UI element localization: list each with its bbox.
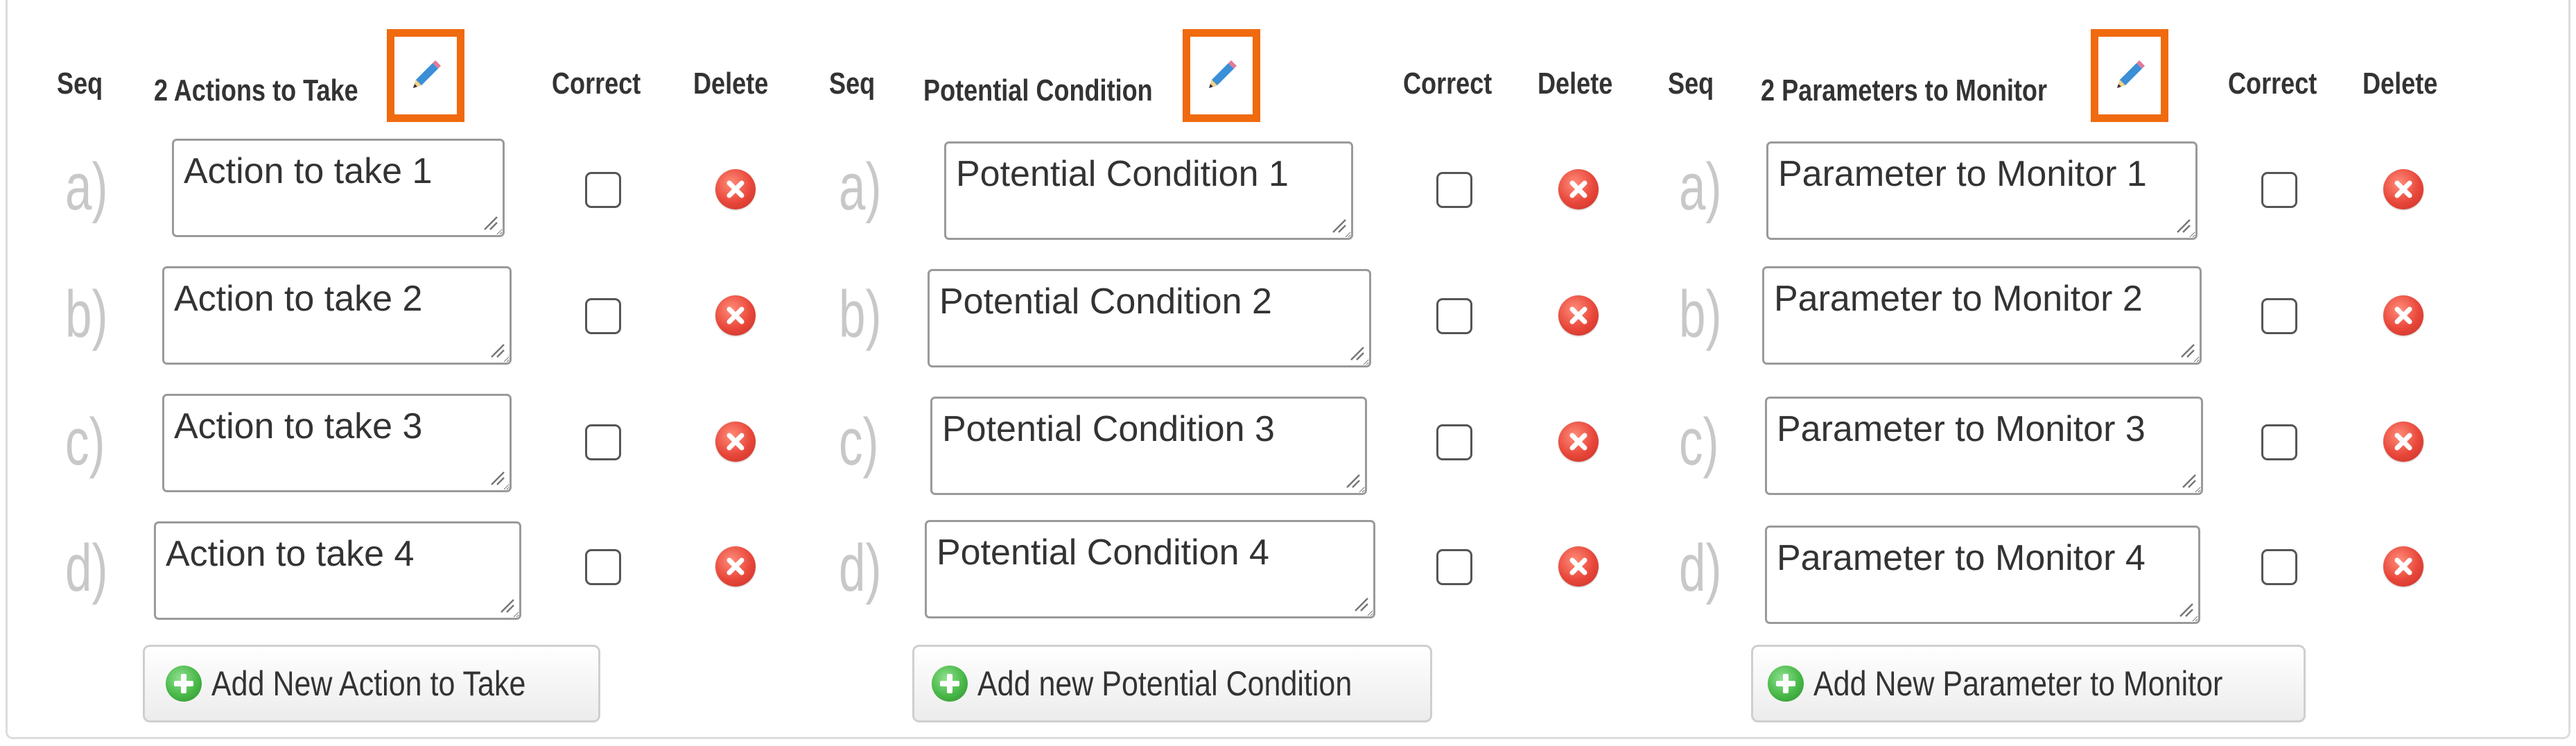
correct-checkbox[interactable]	[585, 424, 621, 460]
answer-field[interactable]: Parameter to Monitor 2	[1762, 266, 2202, 365]
correct-checkbox[interactable]	[585, 172, 621, 208]
delete-header: Delete	[1538, 67, 1613, 101]
resize-grip-icon[interactable]	[2180, 472, 2197, 489]
correct-checkbox[interactable]	[1436, 549, 1472, 585]
resize-grip-icon[interactable]	[489, 342, 505, 358]
add-action-button[interactable]: Add New Action to Take	[143, 645, 600, 722]
delete-button[interactable]	[2383, 169, 2423, 209]
answer-field[interactable]: Parameter to Monitor 3	[1765, 397, 2203, 495]
column-title: 2 Actions to Take	[154, 73, 358, 107]
edit-title-button[interactable]	[387, 29, 464, 122]
seq-label: d)	[839, 531, 882, 605]
delete-button[interactable]	[1558, 169, 1599, 209]
delete-circle-icon	[726, 306, 745, 324]
seq-label: d)	[1679, 531, 1722, 605]
seq-label: a)	[1679, 150, 1722, 224]
resize-grip-icon[interactable]	[482, 214, 498, 231]
answer-field[interactable]: Potential Condition 4	[925, 520, 1375, 618]
delete-circle-icon	[1569, 180, 1587, 198]
correct-checkbox[interactable]	[585, 298, 621, 334]
plus-circle-icon	[166, 666, 202, 702]
delete-circle-icon	[726, 433, 745, 451]
delete-circle-icon	[1569, 557, 1587, 575]
answer-field[interactable]: Action to take 2	[162, 266, 512, 365]
add-parameter-button[interactable]: Add New Parameter to Monitor	[1751, 645, 2306, 722]
answer-field[interactable]: Potential Condition 1	[944, 141, 1353, 240]
delete-button[interactable]	[2383, 546, 2423, 587]
correct-checkbox[interactable]	[2261, 298, 2297, 334]
correct-checkbox[interactable]	[1436, 298, 1472, 334]
seq-label: b)	[65, 277, 108, 352]
resize-grip-icon[interactable]	[489, 469, 505, 486]
delete-button[interactable]	[1558, 422, 1599, 462]
seq-label: c)	[1679, 405, 1719, 479]
answer-field[interactable]: Potential Condition 2	[928, 269, 1371, 367]
resize-grip-icon[interactable]	[2175, 217, 2191, 234]
delete-button[interactable]	[715, 295, 756, 336]
resize-grip-icon[interactable]	[1352, 596, 1369, 612]
pencil-icon	[1209, 60, 1237, 88]
correct-checkbox[interactable]	[2261, 172, 2297, 208]
correct-header: Correct	[2228, 67, 2317, 101]
plus-circle-icon	[1767, 666, 1804, 702]
column-title: Potential Condition	[923, 73, 1153, 107]
delete-button[interactable]	[715, 546, 756, 587]
seq-label: d)	[65, 531, 108, 605]
resize-grip-icon[interactable]	[1330, 217, 1347, 234]
answer-field[interactable]: Parameter to Monitor 1	[1766, 141, 2198, 240]
pencil-icon	[2117, 60, 2145, 88]
delete-circle-icon	[2394, 433, 2412, 451]
edit-title-button[interactable]	[2091, 29, 2168, 122]
resize-grip-icon[interactable]	[1348, 345, 1365, 361]
delete-button[interactable]	[2383, 422, 2423, 462]
delete-header: Delete	[693, 67, 769, 101]
delete-circle-icon	[2394, 557, 2412, 575]
answer-field[interactable]: Action to take 1	[172, 139, 505, 237]
resize-grip-icon[interactable]	[1344, 472, 1361, 489]
edit-title-button[interactable]	[1183, 29, 1260, 122]
seq-label: a)	[65, 150, 108, 224]
correct-header: Correct	[1403, 67, 1492, 101]
answer-field[interactable]: Action to take 3	[162, 394, 512, 492]
plus-circle-icon	[931, 666, 968, 702]
add-button-label: Add New Parameter to Monitor	[1813, 664, 2223, 703]
seq-header: Seq	[1668, 67, 1714, 101]
seq-label: a)	[839, 150, 882, 224]
correct-checkbox[interactable]	[1436, 424, 1472, 460]
delete-circle-icon	[726, 180, 745, 198]
correct-checkbox[interactable]	[2261, 549, 2297, 585]
seq-label: b)	[1679, 277, 1722, 352]
seq-label: c)	[65, 405, 105, 479]
add-condition-button[interactable]: Add new Potential Condition	[912, 645, 1432, 722]
delete-circle-icon	[1569, 306, 1587, 324]
delete-circle-icon	[2394, 180, 2412, 198]
resize-grip-icon[interactable]	[2179, 342, 2195, 358]
seq-label: c)	[839, 405, 879, 479]
answer-field[interactable]: Potential Condition 3	[930, 397, 1367, 495]
add-button-label: Add New Action to Take	[211, 664, 526, 703]
delete-button[interactable]	[1558, 546, 1599, 587]
resize-grip-icon[interactable]	[2177, 601, 2194, 618]
correct-checkbox[interactable]	[2261, 424, 2297, 460]
delete-header: Delete	[2362, 67, 2438, 101]
seq-header: Seq	[57, 67, 103, 101]
delete-circle-icon	[726, 557, 745, 575]
correct-checkbox[interactable]	[1436, 172, 1472, 208]
answer-field[interactable]: Parameter to Monitor 4	[1765, 526, 2200, 624]
delete-circle-icon	[2394, 306, 2412, 324]
pencil-icon	[413, 60, 441, 88]
add-button-label: Add new Potential Condition	[977, 664, 1352, 703]
delete-button[interactable]	[715, 169, 756, 209]
seq-header: Seq	[829, 67, 876, 101]
correct-header: Correct	[552, 67, 641, 101]
delete-circle-icon	[1569, 433, 1587, 451]
seq-label: b)	[839, 277, 882, 352]
correct-checkbox[interactable]	[585, 549, 621, 585]
delete-button[interactable]	[1558, 295, 1599, 336]
column-title: 2 Parameters to Monitor	[1761, 73, 2048, 107]
resize-grip-icon[interactable]	[498, 597, 515, 614]
answer-field[interactable]: Action to take 4	[154, 521, 521, 620]
delete-button[interactable]	[2383, 295, 2423, 336]
delete-button[interactable]	[715, 422, 756, 462]
